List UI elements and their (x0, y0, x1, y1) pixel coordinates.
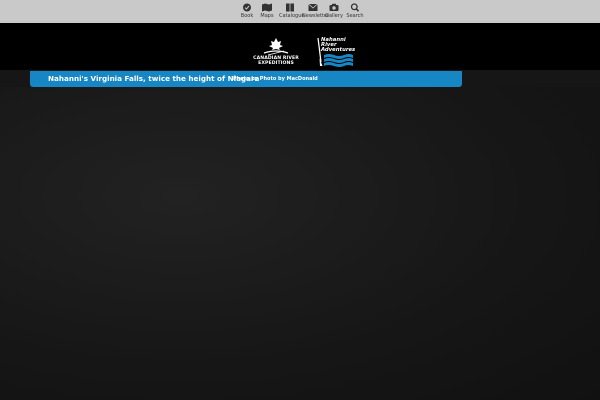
map-icon (262, 3, 272, 12)
hero-caption-bar: Nahanni's Virginia Falls, twice the heig… (30, 71, 462, 87)
nav-search-label: Search (346, 13, 364, 19)
nav-book[interactable]: Book (240, 0, 254, 23)
hero-edge-left (0, 70, 30, 87)
hero-image (0, 87, 600, 400)
hero-caption-title: Nahanni's Virginia Falls, twice the heig… (48, 74, 260, 83)
nav-maps[interactable]: Maps (260, 0, 274, 23)
canadian-river-expeditions-logo[interactable]: CANADIAN RIVER EXPEDITIONS (250, 37, 302, 69)
hero-edge-right (462, 70, 600, 87)
search-icon (350, 3, 360, 12)
hero-photo-credit: Photo by Photo by MacDonald (233, 75, 318, 82)
nav-gallery[interactable]: Gallery (325, 0, 343, 23)
nav-newsletter[interactable]: Newsletter (302, 0, 330, 23)
top-nav: Book Maps Catalogue Newsletter Gallery S… (0, 0, 600, 23)
nav-catalogue-label: Catalogue (279, 13, 305, 19)
nav-search[interactable]: Search (346, 0, 364, 23)
maple-leaf-paddler-icon (263, 38, 289, 56)
logo-right-line3: Adventures (321, 47, 356, 53)
nav-gallery-label: Gallery (325, 13, 343, 19)
nahanni-river-adventures-logo[interactable]: Nahanni River Adventures (313, 36, 355, 68)
site-header: CANADIAN RIVER EXPEDITIONS Nahanni River… (0, 23, 600, 70)
camera-icon (329, 3, 339, 11)
book-icon (286, 3, 294, 12)
check-circle-icon (243, 3, 251, 12)
nav-newsletter-label: Newsletter (302, 13, 330, 19)
logo-left-line2: EXPEDITIONS (258, 61, 294, 66)
nav-book-label: Book (240, 13, 254, 19)
nav-catalogue[interactable]: Catalogue (279, 0, 305, 23)
nav-maps-label: Maps (260, 13, 274, 19)
envelope-icon (308, 3, 318, 11)
